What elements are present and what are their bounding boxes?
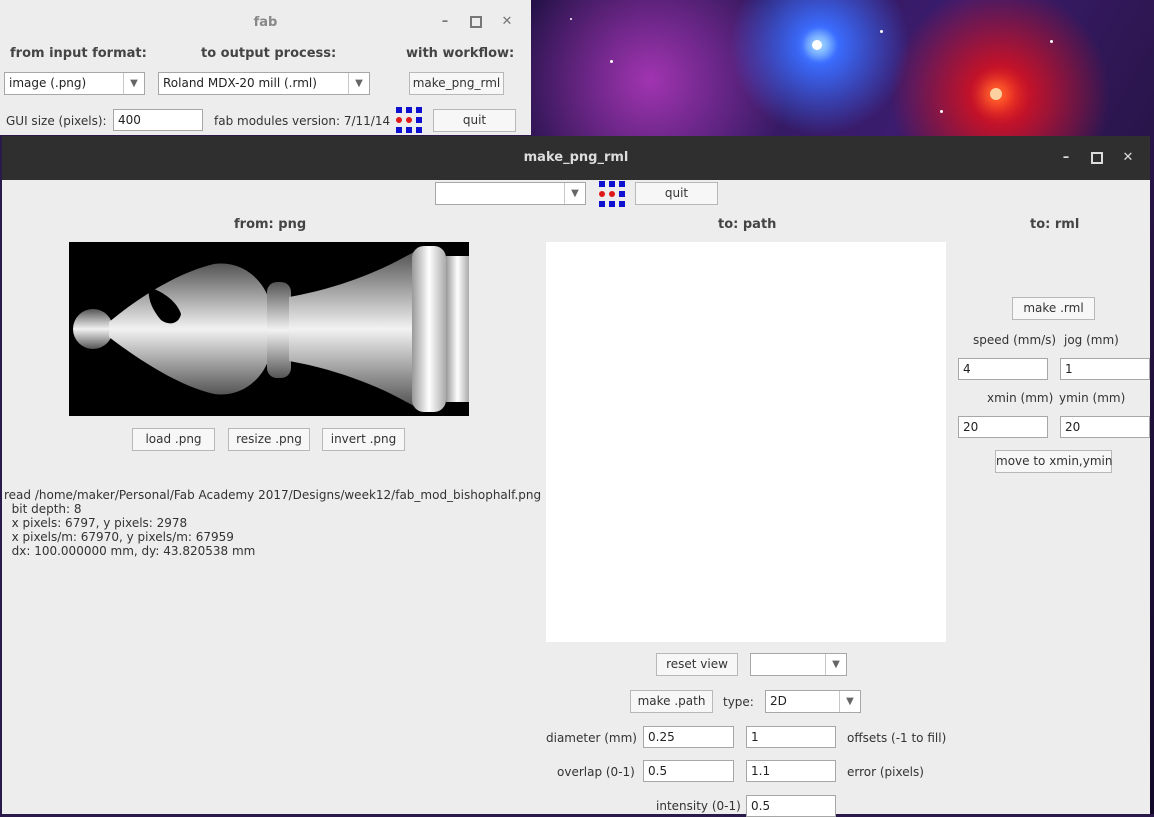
window-title: make_png_rml: [523, 150, 629, 165]
gui-size-input[interactable]: 400: [113, 109, 203, 131]
version-text: fab modules version: 7/11/14: [214, 114, 391, 128]
close-icon[interactable]: ✕: [500, 15, 514, 29]
error-input[interactable]: 1.1: [746, 760, 836, 782]
reset-view-button[interactable]: reset view: [656, 653, 738, 676]
overlap-input[interactable]: 0.5: [643, 760, 734, 782]
fab-window: fab – ✕ from input format: to output pro…: [0, 0, 531, 135]
output-process-label: to output process:: [201, 46, 337, 61]
png-preview: [69, 242, 469, 416]
offsets-label: offsets (-1 to fill): [847, 731, 947, 745]
dropdown-arrow-icon: ▼: [348, 73, 369, 94]
diameter-input[interactable]: 0.25: [643, 726, 734, 748]
from-png-header: from: png: [234, 217, 307, 232]
invert-png-button[interactable]: invert .png: [322, 428, 405, 451]
star: [610, 60, 613, 63]
log-line: x pixels/m: 67970, y pixels/m: 67959: [4, 530, 234, 544]
workflow-button[interactable]: make_png_rml: [409, 72, 504, 95]
star: [812, 40, 822, 50]
square-icon: [470, 16, 482, 28]
fab-logo-icon: [396, 107, 422, 133]
error-label: error (pixels): [847, 765, 924, 779]
input-format-label: from input format:: [10, 46, 147, 61]
type-select[interactable]: 2D ▼: [765, 690, 861, 713]
minimize-icon[interactable]: –: [1059, 151, 1073, 165]
jog-label: jog (mm): [1064, 333, 1119, 347]
star: [1050, 40, 1053, 43]
move-to-xmin-ymin-button[interactable]: move to xmin,ymin: [995, 450, 1112, 473]
xmin-input[interactable]: 20: [958, 416, 1048, 438]
diameter-label: diameter (mm): [546, 731, 637, 745]
path-preview-canvas[interactable]: [546, 242, 946, 642]
dropdown-arrow-icon: ▼: [839, 691, 860, 712]
main-quit-button[interactable]: quit: [635, 182, 718, 205]
intensity-label: intensity (0-1): [656, 799, 741, 813]
to-path-header: to: path: [718, 217, 777, 232]
minimize-icon[interactable]: –: [438, 15, 452, 29]
log-line: bit depth: 8: [4, 502, 82, 516]
maximize-icon[interactable]: [1090, 151, 1104, 165]
main-window-titlebar: make_png_rml: [2, 136, 1150, 180]
log-line: read /home/maker/Personal/Fab Academy 20…: [4, 488, 542, 502]
dropdown-arrow-icon: ▼: [825, 654, 846, 675]
view-select[interactable]: ▼: [750, 653, 847, 676]
star: [940, 110, 943, 113]
ymin-input[interactable]: 20: [1060, 416, 1150, 438]
star: [570, 18, 572, 20]
jog-input[interactable]: 1: [1060, 358, 1150, 380]
star: [990, 88, 1002, 100]
log-line: x pixels: 6797, y pixels: 2978: [4, 516, 188, 530]
resize-png-button[interactable]: resize .png: [228, 428, 310, 451]
log-line: dx: 100.000000 mm, dy: 43.820538 mm: [4, 544, 256, 558]
output-process-value: Roland MDX-20 mill (.rml): [163, 76, 317, 90]
top-select[interactable]: ▼: [435, 182, 586, 205]
ymin-label: ymin (mm): [1059, 391, 1126, 405]
speed-label: speed (mm/s): [973, 333, 1057, 347]
output-process-select[interactable]: Roland MDX-20 mill (.rml) ▼: [158, 72, 370, 95]
fab-quit-button[interactable]: quit: [433, 109, 516, 132]
gui-size-label: GUI size (pixels):: [6, 114, 107, 128]
speed-input[interactable]: 4: [958, 358, 1048, 380]
make-rml-button[interactable]: make .rml: [1012, 297, 1095, 320]
offsets-input[interactable]: 1: [746, 726, 836, 748]
to-rml-header: to: rml: [1030, 217, 1080, 232]
dropdown-arrow-icon: ▼: [123, 73, 144, 94]
type-label: type:: [723, 695, 754, 709]
fab-logo-icon: [599, 181, 625, 207]
bishop-image: [73, 246, 469, 412]
make-path-button[interactable]: make .path: [630, 690, 713, 713]
star: [880, 30, 883, 33]
window-title: fab: [253, 15, 278, 30]
maximize-icon[interactable]: [469, 15, 483, 29]
xmin-label: xmin (mm): [987, 391, 1054, 405]
input-format-select[interactable]: image (.png) ▼: [4, 72, 145, 95]
make-png-rml-window: make_png_rml – ✕ ▼ quit from: png to: pa…: [2, 136, 1150, 817]
square-icon: [1091, 152, 1103, 164]
workflow-label: with workflow:: [406, 46, 515, 61]
dropdown-arrow-icon: ▼: [564, 183, 585, 204]
type-select-value: 2D: [770, 694, 787, 708]
load-png-button[interactable]: load .png: [132, 428, 215, 451]
input-format-value: image (.png): [9, 76, 87, 90]
close-icon[interactable]: ✕: [1121, 151, 1135, 165]
overlap-label: overlap (0-1): [557, 765, 635, 779]
read-log: read /home/maker/Personal/Fab Academy 20…: [4, 488, 541, 558]
